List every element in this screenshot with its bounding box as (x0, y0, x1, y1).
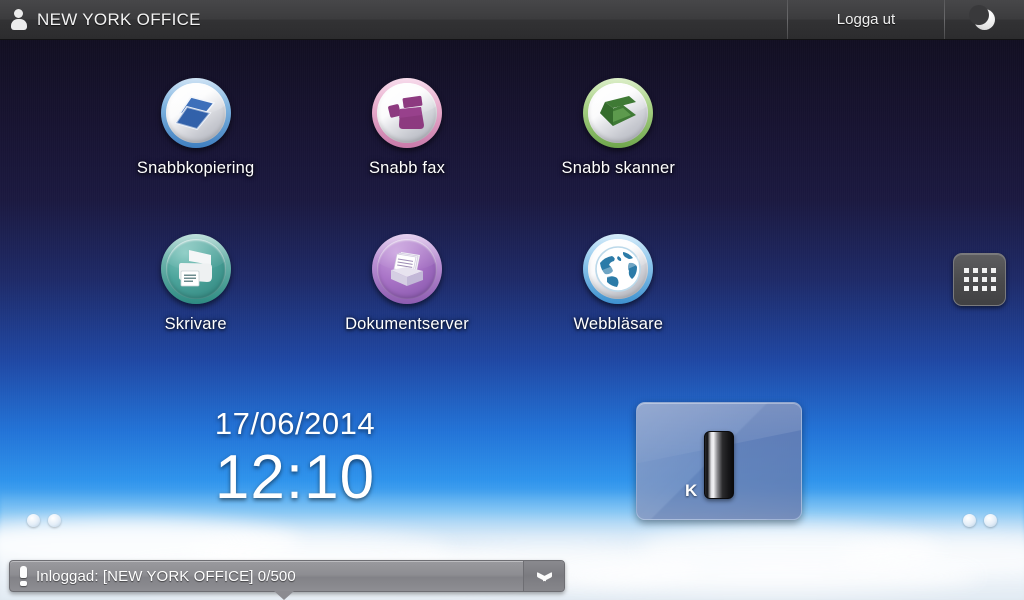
scanner-icon (583, 78, 654, 148)
fax-icon (371, 78, 442, 148)
clock-widget[interactable]: 17/06/2014 12:10 (130, 408, 460, 512)
toner-cartridge-icon (704, 431, 734, 499)
top-bar: NEW YORK OFFICE Logga ut (0, 0, 1024, 40)
status-message: Inloggad: [NEW YORK OFFICE] 0/500 (36, 567, 296, 585)
page-dot (48, 514, 61, 527)
app-label: Skrivare (164, 315, 227, 333)
app-web-browser[interactable]: Webbläsare (513, 234, 724, 390)
toner-level-widget[interactable]: K (636, 402, 802, 520)
status-expand-button[interactable] (523, 561, 564, 591)
user-icon (10, 9, 27, 30)
status-bar[interactable]: Inloggad: [NEW YORK OFFICE] 0/500 (9, 560, 565, 600)
app-label: Dokumentserver (345, 315, 469, 333)
page-dot (963, 514, 976, 527)
user-name-label: NEW YORK OFFICE (37, 9, 201, 29)
exclamation-icon (19, 566, 28, 586)
time-label: 12:10 (214, 443, 376, 512)
logout-label: Logga ut (836, 11, 896, 28)
copy-icon (160, 78, 231, 148)
app-label: Webbläsare (573, 315, 664, 333)
status-message-area: Inloggad: [NEW YORK OFFICE] 0/500 (10, 566, 523, 586)
app-grid-icon (963, 268, 996, 291)
app-grid: Snabbkopiering Snabb fax Snabb skanner S… (90, 78, 724, 390)
page-dot (27, 514, 40, 527)
app-label: Snabb fax (368, 159, 446, 177)
logged-in-user: NEW YORK OFFICE (0, 0, 787, 39)
document-server-icon (371, 234, 442, 304)
date-label: 17/06/2014 (214, 406, 376, 441)
app-quick-fax[interactable]: Snabb fax (301, 78, 512, 234)
moon-icon (969, 5, 995, 30)
toner-color-label: K (685, 481, 698, 500)
app-quick-copy[interactable]: Snabbkopiering (90, 78, 301, 234)
app-label: Snabbkopiering (136, 159, 255, 177)
printer-home-screen: NEW YORK OFFICE Logga ut Snabbkopiering … (0, 0, 1024, 600)
app-document-server[interactable]: Dokumentserver (301, 234, 512, 390)
status-bar-pointer (274, 591, 294, 600)
page-indicator-right[interactable] (963, 514, 997, 527)
printer-icon (160, 234, 231, 304)
sleep-mode-button[interactable] (945, 0, 1024, 39)
globe-icon (583, 234, 654, 304)
app-quick-scanner[interactable]: Snabb skanner (513, 78, 724, 234)
app-label: Snabb skanner (561, 159, 676, 177)
app-drawer-button[interactable] (953, 253, 1006, 306)
page-indicator-left[interactable] (27, 514, 61, 527)
app-printer[interactable]: Skrivare (90, 234, 301, 390)
logout-button[interactable]: Logga ut (788, 0, 944, 39)
page-dot (984, 514, 997, 527)
chevron-down-icon (537, 572, 552, 581)
